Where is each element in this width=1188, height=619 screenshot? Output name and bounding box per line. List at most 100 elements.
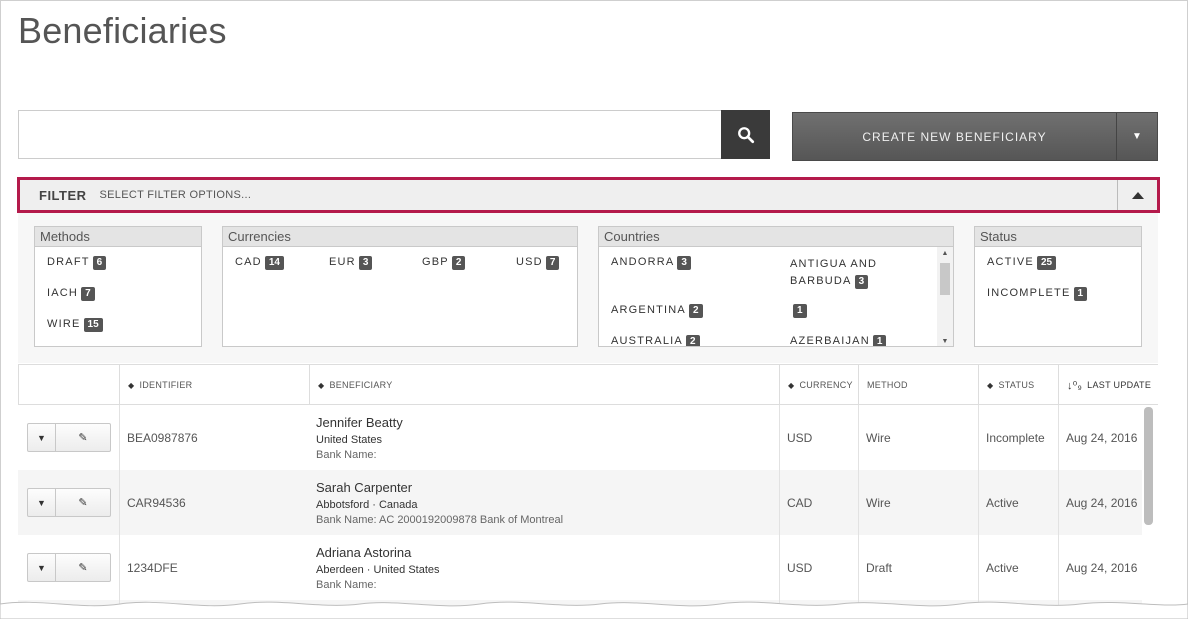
status-filter-group: Status ACTIVE 25 INCOMPLETE 1 [974, 226, 1142, 347]
table-row[interactable]: ▼ ✎ CAR94536 Sarah Carpenter Abbotsford … [18, 470, 1142, 535]
table-row[interactable]: ▼ ✎ BEA0987876 Jennifer Beatty United St… [18, 405, 1142, 470]
row-actions: ▼ ✎ [27, 423, 111, 452]
option-label: GBP [422, 256, 449, 268]
filter-option-active[interactable]: ACTIVE 25 [987, 256, 1057, 270]
scroll-up-arrow-icon[interactable]: ▲ [937, 250, 953, 257]
option-label: CAD [235, 256, 262, 268]
beneficiary-name[interactable]: Sarah Carpenter [316, 480, 563, 495]
count-badge: 14 [264, 256, 284, 270]
filter-option-iach[interactable]: IACH 7 [47, 287, 95, 301]
currency-cell: CAD [787, 495, 813, 510]
option-label: ANTIGUA AND [790, 258, 878, 270]
currencies-filter-title: Currencies [223, 227, 577, 247]
beneficiary-name[interactable]: Jennifer Beatty [316, 415, 403, 430]
currency-cell: USD [787, 560, 813, 575]
beneficiary-location: United States [316, 434, 383, 446]
last-update-cell: Aug 24, 2016 [1066, 560, 1138, 575]
filter-option-eur[interactable]: EUR 3 [329, 256, 373, 270]
option-label: INCOMPLETE [987, 287, 1071, 299]
method-cell: Wire [866, 430, 891, 445]
filter-option-incomplete[interactable]: INCOMPLETE 1 [987, 287, 1088, 301]
option-label: DRAFT [47, 256, 90, 268]
sort-icon: ◆ [788, 380, 795, 390]
caret-down-icon: ▼ [37, 432, 46, 443]
filter-collapse-button[interactable] [1117, 180, 1157, 210]
identifier-cell: BEA0987876 [127, 430, 198, 445]
actions-column-header [18, 365, 119, 405]
filter-option-unnamed[interactable]: 1 [790, 304, 807, 318]
column-header-identifier[interactable]: ◆ IDENTIFIER [119, 365, 309, 405]
filter-option-azerbaijan[interactable]: AZERBAIJAN 1 [790, 335, 887, 346]
pencil-icon: ✎ [78, 562, 88, 574]
filter-option-draft[interactable]: DRAFT 6 [47, 256, 107, 270]
column-label: STATUS [998, 380, 1035, 390]
option-label: ACTIVE [987, 256, 1034, 268]
column-header-method[interactable]: METHOD [858, 365, 978, 405]
beneficiary-cell: Sarah Carpenter Abbotsford · Canada Bank… [316, 480, 563, 526]
sort-numeric-ascending-icon: ↓⁰₉ [1067, 379, 1083, 392]
filter-hint: SELECT FILTER OPTIONS... [99, 189, 252, 201]
filter-option-usd[interactable]: USD 7 [516, 256, 560, 270]
beneficiary-cell: Jennifer Beatty United States Bank Name: [316, 415, 403, 461]
filter-option-cad[interactable]: CAD 14 [235, 256, 284, 270]
filter-option-gbp[interactable]: GBP 2 [422, 256, 466, 270]
search-button[interactable] [721, 110, 770, 159]
beneficiary-name[interactable]: Adriana Astorina [316, 545, 440, 560]
row-dropdown-button[interactable]: ▼ [27, 488, 56, 517]
filter-option-argentina[interactable]: ARGENTINA 2 [611, 304, 703, 318]
column-header-currency[interactable]: ◆ CURRENCY [779, 365, 858, 405]
edit-button[interactable]: ✎ [56, 423, 111, 452]
method-cell: Wire [866, 495, 891, 510]
beneficiary-bank: Bank Name: AC 2000192009878 Bank of Mont… [316, 514, 564, 526]
currencies-filter-group: Currencies CAD 14 EUR 3 GBP 2 USD 7 [222, 226, 578, 347]
filter-option-wire[interactable]: WIRE 15 [47, 318, 103, 332]
table-row[interactable]: ▼ ✎ 1234DFE Adriana Astorina Aberdeen · … [18, 535, 1142, 600]
column-label: BENEFICIARY [329, 380, 393, 390]
column-header-beneficiary[interactable]: ◆ BENEFICIARY [309, 365, 779, 405]
count-badge: 3 [854, 275, 869, 289]
column-header-last-update[interactable]: ↓⁰₉ LAST UPDATE [1058, 365, 1158, 405]
filter-option-andorra[interactable]: ANDORRA 3 [611, 256, 691, 270]
filter-options-panel: Methods DRAFT 6 IACH 7 WIRE 15 Currencies C… [18, 213, 1158, 363]
beneficiary-location: Abbotsford · Canada [316, 499, 418, 511]
column-label: LAST UPDATE [1087, 380, 1152, 390]
edit-button[interactable]: ✎ [56, 553, 111, 582]
option-label: AUSTRALIA [611, 335, 683, 347]
beneficiary-location: Aberdeen · United States [316, 564, 440, 576]
scroll-down-arrow-icon[interactable]: ▼ [937, 338, 953, 345]
count-badge: 2 [688, 304, 703, 318]
row-dropdown-button[interactable]: ▼ [27, 553, 56, 582]
count-badge: 7 [545, 256, 560, 270]
search-input[interactable] [18, 110, 722, 159]
sort-icon: ◆ [318, 380, 325, 390]
filter-option-antigua-and-barbuda[interactable]: ANTIGUA AND BARBUDA 3 [790, 256, 877, 290]
edit-button[interactable]: ✎ [56, 488, 111, 517]
table-scrollbar-thumb[interactable] [1144, 407, 1153, 525]
countries-scrollbar[interactable]: ▲ ▼ [937, 247, 953, 346]
beneficiary-cell: Adriana Astorina Aberdeen · United State… [316, 545, 440, 591]
filter-option-australia[interactable]: AUSTRALIA 2 [611, 335, 700, 347]
sort-icon: ◆ [128, 380, 135, 390]
caret-down-icon: ▼ [37, 562, 46, 573]
pencil-icon: ✎ [78, 432, 88, 444]
count-badge: 25 [1036, 256, 1057, 270]
option-label-line2: BARBUDA [790, 275, 852, 287]
countries-scroll-thumb[interactable] [940, 263, 950, 295]
filter-bar[interactable]: FILTER SELECT FILTER OPTIONS... [17, 177, 1160, 213]
status-cell: Active [986, 560, 1019, 575]
column-header-status[interactable]: ◆ STATUS [978, 365, 1058, 405]
count-badge: 2 [685, 335, 700, 346]
last-update-cell: Aug 24, 2016 [1066, 430, 1138, 445]
count-badge: 7 [81, 287, 95, 301]
status-filter-title: Status [975, 227, 1141, 247]
create-dropdown-toggle[interactable]: ▼ [1117, 113, 1157, 160]
count-badge: 1 [872, 335, 887, 346]
create-new-beneficiary-button[interactable]: CREATE NEW BENEFICIARY ▼ [792, 112, 1158, 161]
beneficiary-bank: Bank Name: [316, 449, 377, 461]
last-update-cell: Aug 24, 2016 [1066, 495, 1138, 510]
caret-down-icon: ▼ [37, 497, 46, 508]
methods-filter-title: Methods [35, 227, 201, 247]
identifier-cell: CAR94536 [127, 495, 186, 510]
create-beneficiary-label[interactable]: CREATE NEW BENEFICIARY [793, 113, 1117, 160]
row-dropdown-button[interactable]: ▼ [27, 423, 56, 452]
